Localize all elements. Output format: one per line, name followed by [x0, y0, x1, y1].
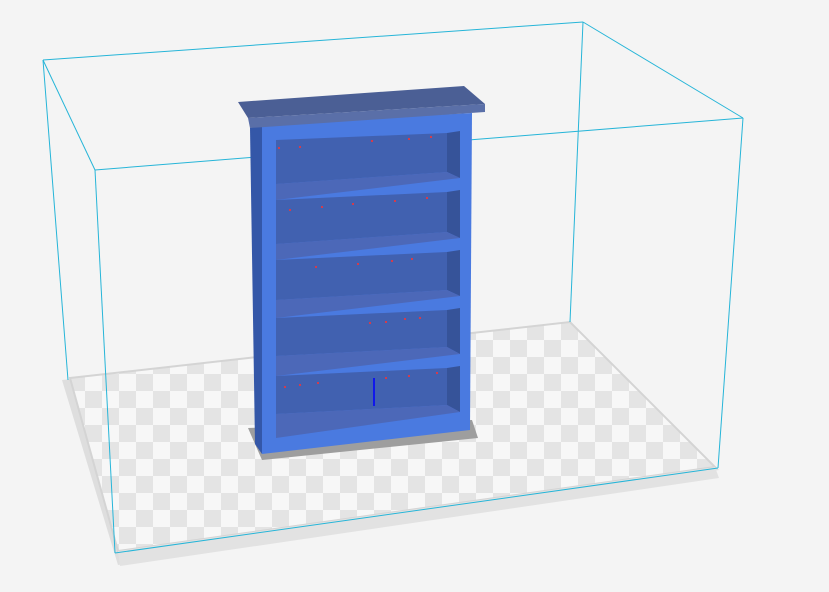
- 3d-viewport[interactable]: [0, 0, 829, 592]
- scene-canvas[interactable]: [0, 0, 829, 592]
- bookshelf-model[interactable]: [238, 86, 485, 454]
